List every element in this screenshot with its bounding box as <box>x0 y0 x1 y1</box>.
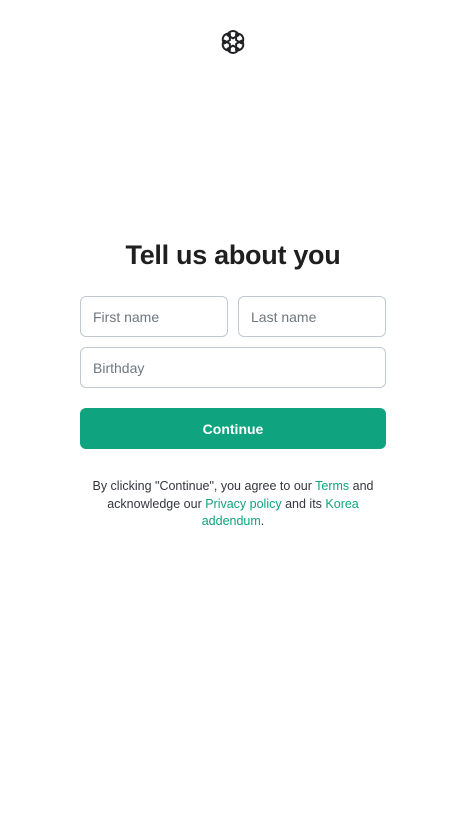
privacy-policy-link[interactable]: Privacy policy <box>205 497 281 511</box>
legal-notice: By clicking "Continue", you agree to our… <box>90 478 376 531</box>
birthday-field-container <box>80 347 386 388</box>
page-title: Tell us about you <box>125 240 341 270</box>
first-name-input[interactable] <box>81 297 227 336</box>
legal-text-before-terms: By clicking "Continue", you agree to our <box>92 479 316 493</box>
legal-text-after: . <box>260 514 265 528</box>
last-name-input[interactable] <box>239 297 385 336</box>
first-name-field-container <box>80 296 228 337</box>
last-name-field-container <box>238 296 386 337</box>
openai-logo-icon <box>218 27 248 57</box>
terms-link[interactable]: Terms <box>315 479 349 493</box>
legal-text-between-2: and its <box>281 496 326 511</box>
continue-button[interactable]: Continue <box>80 408 386 449</box>
birthday-input[interactable] <box>81 348 385 387</box>
